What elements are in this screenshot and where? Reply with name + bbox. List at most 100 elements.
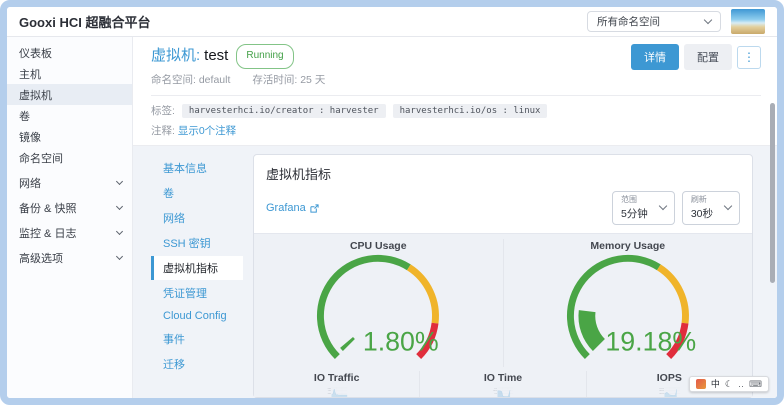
grafana-link[interactable]: Grafana [266, 202, 319, 214]
window-frame: Gooxi HCI 超融合平台 所有命名空间 仪表板 主机 虚拟机 卷 镜像 命… [0, 0, 784, 405]
vm-metrics-panel: 虚拟机指标 Grafana 范围 5分钟 [253, 154, 753, 398]
avatar[interactable] [731, 9, 765, 34]
sidebar-item-images[interactable]: 镜像 [7, 126, 132, 147]
svg-text:3 kB/s: 3 kB/s [328, 393, 331, 395]
main-content: 虚拟机:test Running 详情 配置 ⋮ 命名空间: default 存活… [133, 37, 777, 398]
vm-meta-row: 命名空间: default 存活时间: 25 天 [151, 72, 761, 87]
chart-title: IO Time [420, 371, 585, 386]
labels-row: 标签: harvesterhci.io/creator : harvester … [151, 103, 761, 118]
cpu-usage-gauge: 1.80% [259, 254, 497, 362]
status-badge: Running [236, 44, 293, 69]
subnav-basic-info[interactable]: 基本信息 [151, 156, 243, 180]
io-traffic-panel: IO Traffic 5 kB/s4 kB/s3 kB/s [254, 371, 420, 397]
chevron-down-icon [704, 16, 712, 24]
io-time-chart: 2 ms1.50 ms1 ms [420, 386, 585, 397]
show-annotations-link[interactable]: 显示0个注释 [178, 125, 236, 137]
app-title: Gooxi HCI 超融合平台 [19, 12, 150, 31]
scrollbar[interactable] [770, 103, 775, 283]
chart-title: Memory Usage [504, 239, 753, 254]
svg-text:1.50 ms: 1.50 ms [493, 390, 497, 392]
detail-subnav: 基本信息 卷 网络 SSH 密钥 虚拟机指标 凭证管理 Cloud Config… [151, 154, 243, 398]
annotations-label: 注释: [151, 125, 175, 137]
chevron-down-icon [659, 202, 667, 210]
sidebar-item-virtual-machines[interactable]: 虚拟机 [7, 84, 132, 105]
io-traffic-chart: 5 kB/s4 kB/s3 kB/s [254, 386, 419, 397]
header-actions: 详情 配置 ⋮ [631, 44, 761, 70]
namespace-meta: 命名空间: default [151, 72, 230, 87]
svg-text:19.18%: 19.18% [605, 327, 696, 357]
age-meta: 存活时间: 25 天 [252, 72, 325, 87]
cpu-usage-panel: CPU Usage 1.80% [254, 239, 504, 367]
subnav-volumes[interactable]: 卷 [151, 181, 243, 205]
chart-title: CPU Usage [254, 239, 503, 254]
ime-more-icon[interactable]: ‥ [738, 379, 744, 389]
range-select[interactable]: 范围 5分钟 [612, 191, 675, 225]
resource-type-label: 虚拟机: [151, 47, 200, 64]
refresh-select-value: 30秒 [691, 206, 713, 221]
metrics-panel-title: 虚拟机指标 [266, 164, 740, 183]
chevron-down-icon [116, 228, 123, 235]
page-title: 虚拟机:test Running [151, 44, 294, 69]
metrics-controls: 范围 5分钟 刷新 30秒 [612, 191, 740, 225]
namespace-filter-select[interactable]: 所有命名空间 [587, 11, 721, 32]
ime-keyboard-icon[interactable]: ⌨ [749, 379, 762, 389]
subnav-vm-metrics[interactable]: 虚拟机指标 [151, 256, 243, 280]
memory-usage-gauge: 19.18% [509, 254, 747, 362]
ime-logo-icon[interactable] [696, 379, 706, 389]
memory-usage-panel: Memory Usage 19.18% [504, 239, 753, 367]
sidebar-item-hosts[interactable]: 主机 [7, 63, 132, 84]
sidebar-item-dashboard[interactable]: 仪表板 [7, 42, 132, 63]
sidebar-group-monitoring-logs[interactable]: 监控 & 日志 [7, 222, 132, 243]
sidebar: 仪表板 主机 虚拟机 卷 镜像 命名空间 网络 备份 & 快照 监控 & 日志 … [7, 37, 133, 398]
ime-toolbar: 中 ☾ ‥ ⌨ [689, 376, 769, 392]
kebab-menu-icon: ⋮ [743, 50, 755, 64]
chevron-down-icon [116, 178, 123, 185]
range-select-label: 范围 [621, 194, 648, 205]
external-link-icon [310, 204, 319, 213]
chevron-down-icon [116, 253, 123, 260]
sidebar-group-networks[interactable]: 网络 [7, 172, 132, 193]
config-button[interactable]: 配置 [684, 44, 732, 70]
svg-text:2 ms: 2 ms [495, 387, 498, 389]
svg-text:1 ms: 1 ms [495, 393, 498, 395]
svg-text:4 kB/s: 4 kB/s [328, 390, 331, 392]
divider [151, 95, 761, 96]
svg-text:1.80%: 1.80% [363, 327, 439, 357]
annotations-row: 注释: 显示0个注释 [151, 123, 761, 138]
subnav-ssh-keys[interactable]: SSH 密钥 [151, 231, 243, 255]
labels-label: 标签: [151, 103, 175, 118]
subnav-migration[interactable]: 迁移 [151, 352, 243, 376]
chart-title: IO Traffic [254, 371, 419, 386]
ime-chinese-mode-icon[interactable]: 中 [711, 379, 720, 389]
label-chip: harvesterhci.io/creator : harvester [182, 104, 386, 118]
sidebar-group-backup-snapshots[interactable]: 备份 & 快照 [7, 197, 132, 218]
subnav-cloud-config[interactable]: Cloud Config [151, 306, 243, 326]
chevron-down-icon [116, 203, 123, 210]
vm-detail-body: 基本信息 卷 网络 SSH 密钥 虚拟机指标 凭证管理 Cloud Config… [133, 145, 777, 398]
sidebar-item-volumes[interactable]: 卷 [7, 105, 132, 126]
svg-text:0.400 io/s: 0.400 io/s [659, 387, 664, 389]
io-time-panel: IO Time 2 ms1.50 ms1 ms [420, 371, 586, 397]
range-select-value: 5分钟 [621, 206, 648, 221]
sidebar-item-namespaces[interactable]: 命名空间 [7, 147, 132, 168]
svg-text:0.200 io/s: 0.200 io/s [659, 393, 664, 395]
vm-name: test [204, 47, 228, 64]
ime-night-mode-icon[interactable]: ☾ [725, 379, 733, 389]
vm-detail-header: 虚拟机:test Running 详情 配置 ⋮ 命名空间: default 存活… [133, 37, 777, 145]
subnav-networks[interactable]: 网络 [151, 206, 243, 230]
more-actions-button[interactable]: ⋮ [737, 46, 761, 69]
chevron-down-icon [724, 202, 732, 210]
metrics-panel-header: 虚拟机指标 Grafana 范围 5分钟 [254, 155, 752, 233]
refresh-select[interactable]: 刷新 30秒 [682, 191, 740, 225]
namespace-filter-value: 所有命名空间 [597, 14, 660, 29]
sidebar-group-advanced[interactable]: 高级选项 [7, 247, 132, 268]
top-bar: Gooxi HCI 超融合平台 所有命名空间 [7, 7, 777, 37]
grafana-dashboard: CPU Usage 1.80% Memory Usage 19.18% IO T… [254, 233, 752, 397]
subnav-credentials[interactable]: 凭证管理 [151, 281, 243, 305]
topbar-right: 所有命名空间 [587, 9, 765, 34]
details-button[interactable]: 详情 [631, 44, 679, 70]
refresh-select-label: 刷新 [691, 194, 713, 205]
label-chip: harvesterhci.io/os : linux [393, 104, 548, 118]
subnav-events[interactable]: 事件 [151, 327, 243, 351]
svg-text:0.300 io/s: 0.300 io/s [659, 390, 664, 392]
